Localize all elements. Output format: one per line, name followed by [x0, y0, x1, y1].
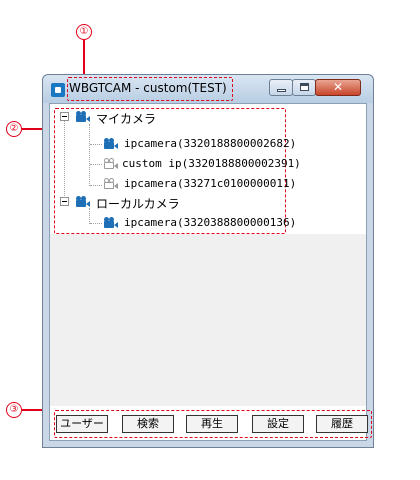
tree-connector — [90, 144, 102, 145]
client-area: マイカメラ ipcamera(3320188800002682) custom … — [49, 103, 372, 441]
tree-connector — [90, 185, 102, 186]
camera-offline-icon — [104, 178, 118, 189]
tree-connector — [64, 120, 65, 200]
tree-connector — [90, 164, 102, 165]
tree-group-local-cameras[interactable]: ローカルカメラ — [96, 195, 180, 212]
maximize-button[interactable] — [292, 79, 316, 96]
tree-item-camera[interactable]: ipcamera(3320188800002682) — [124, 137, 296, 150]
tree-connector — [90, 223, 102, 224]
minimize-button[interactable] — [269, 79, 293, 96]
app-window: WBGTCAM - custom(TEST) ✕ マイカメラ ipcamera(… — [42, 74, 374, 448]
camera-group-icon — [76, 196, 90, 207]
tree-connector — [89, 124, 90, 186]
camera-offline-icon — [104, 158, 118, 169]
playback-button[interactable]: 再生 — [186, 415, 238, 433]
camera-icon — [104, 217, 118, 228]
user-button[interactable]: ユーザー — [56, 415, 108, 433]
callout-3: ③ — [6, 402, 22, 418]
callout-1-line — [83, 40, 85, 74]
title-highlight-box — [67, 77, 233, 101]
search-button[interactable]: 検索 — [122, 415, 174, 433]
tree-group-my-cameras[interactable]: マイカメラ — [96, 110, 156, 127]
collapse-toggle-my-cameras[interactable] — [60, 112, 69, 121]
tree-item-camera[interactable]: ipcamera(33271c0100000011) — [124, 177, 296, 190]
app-icon — [51, 83, 65, 97]
camera-icon — [104, 138, 118, 149]
callout-2: ② — [6, 121, 22, 137]
title-bar[interactable]: WBGTCAM - custom(TEST) ✕ — [43, 75, 373, 103]
action-button-bar: ユーザー 検索 再生 設定 履歴 — [50, 406, 372, 440]
tree-item-camera[interactable]: ipcamera(3320388800000136) — [124, 216, 296, 229]
tree-item-camera[interactable]: custom ip(3320188800002391) — [122, 157, 301, 170]
camera-group-icon — [76, 111, 90, 122]
history-button[interactable]: 履歴 — [316, 415, 368, 433]
close-icon: ✕ — [332, 80, 344, 94]
collapse-toggle-local-cameras[interactable] — [60, 197, 69, 206]
settings-button[interactable]: 設定 — [252, 415, 304, 433]
camera-tree: マイカメラ ipcamera(3320188800002682) custom … — [50, 104, 366, 234]
tree-connector — [89, 208, 90, 224]
callout-1: ① — [76, 24, 92, 40]
close-button[interactable]: ✕ — [315, 79, 361, 96]
